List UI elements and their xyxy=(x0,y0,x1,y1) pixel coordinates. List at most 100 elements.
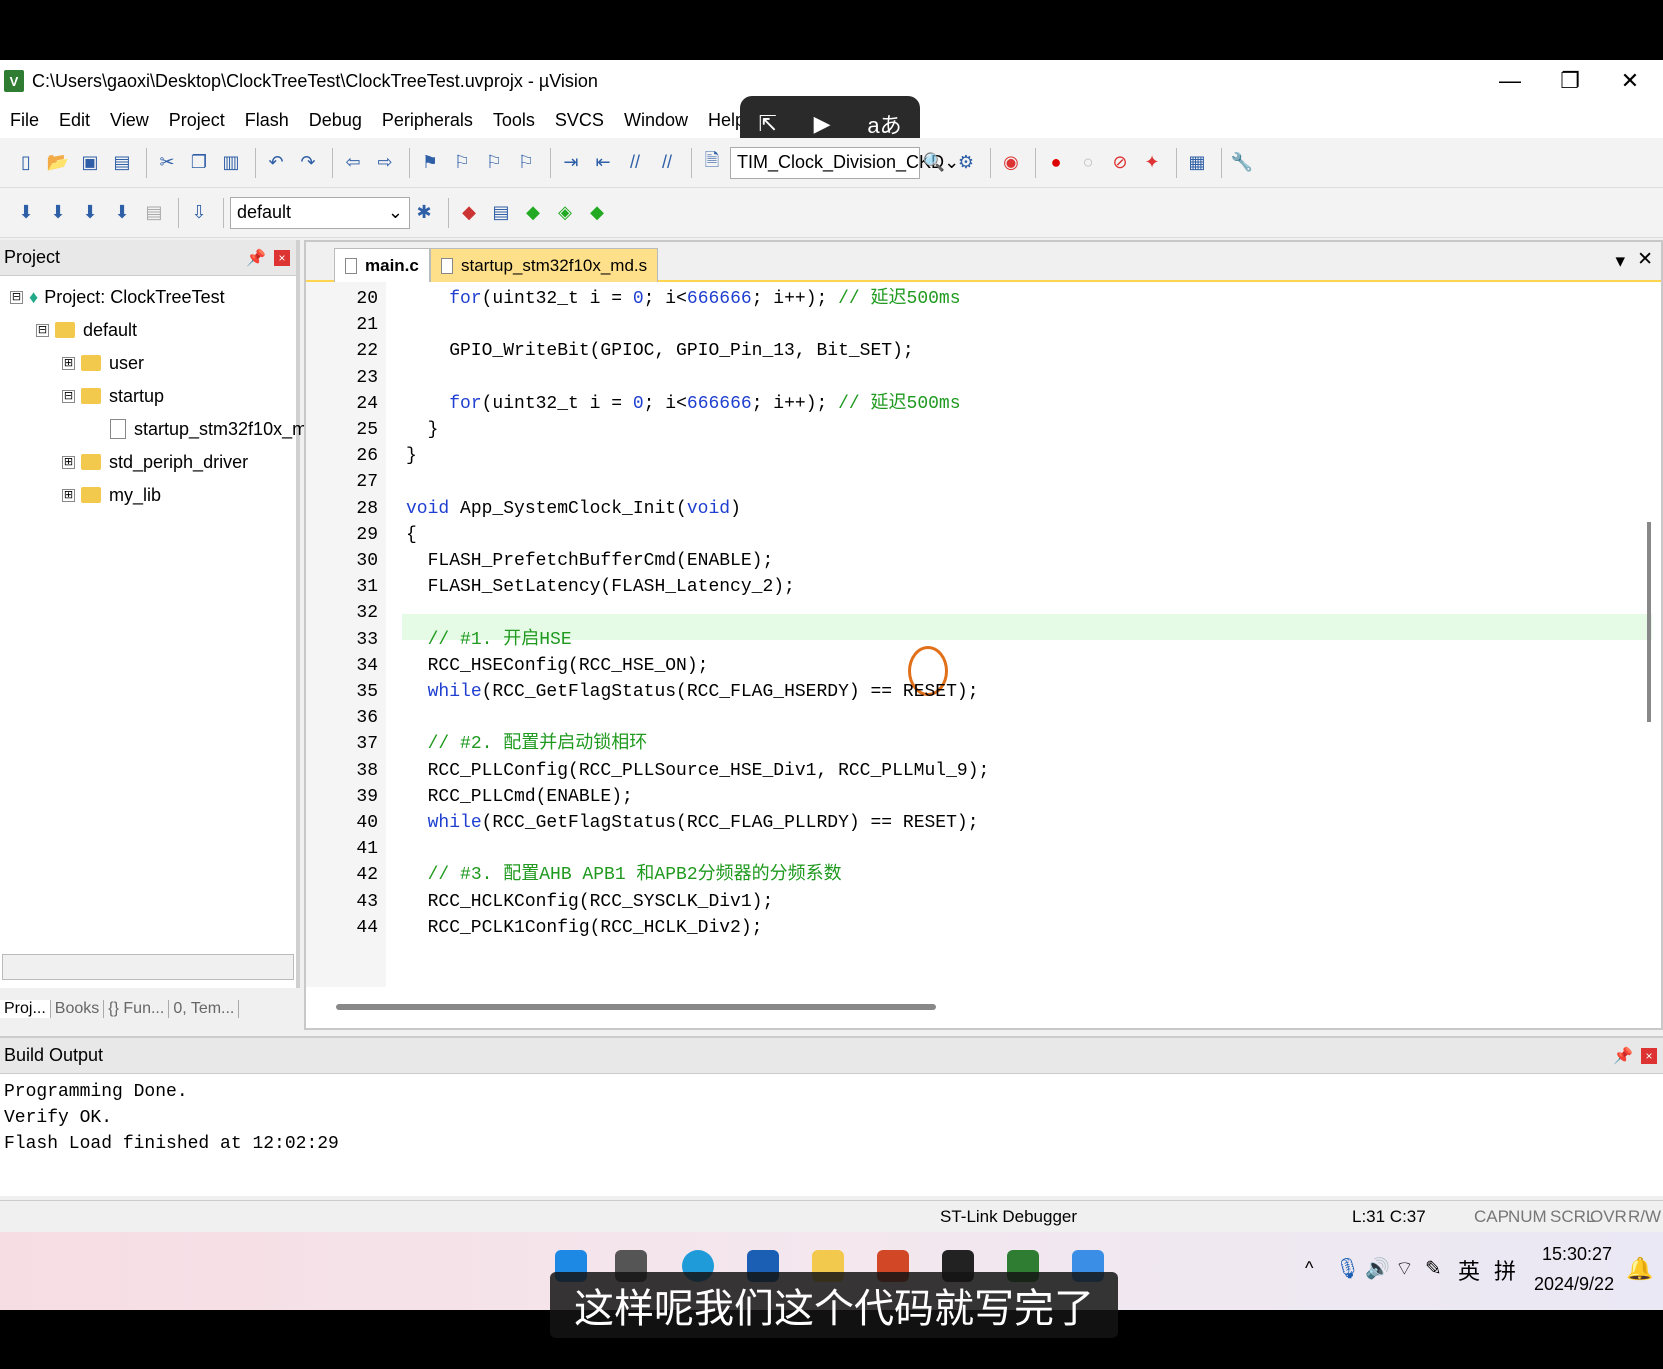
clear-bookmarks-icon[interactable]: ⚐ xyxy=(512,149,540,177)
wifi-icon[interactable]: ⌔ xyxy=(1395,1256,1414,1281)
code-line[interactable]: FLASH_SetLatency(FLASH_Latency_2); xyxy=(406,574,795,600)
disable-all-breakpoints-icon[interactable]: ⊘ xyxy=(1106,149,1134,177)
show-hidden-icons-icon[interactable]: ^ xyxy=(1305,1258,1313,1279)
menu-file[interactable]: File xyxy=(10,110,39,131)
close-icon[interactable]: × xyxy=(1641,1047,1657,1064)
clock-date[interactable]: 2024/9/22 xyxy=(1534,1274,1614,1295)
cut-icon[interactable]: ✂ xyxy=(153,149,181,177)
window-layout-icon[interactable]: ▦ xyxy=(1183,149,1211,177)
maximize-button[interactable]: ❐ xyxy=(1540,60,1600,102)
paste-icon[interactable]: ▥ xyxy=(217,149,245,177)
copy-icon[interactable]: ❐ xyxy=(185,149,213,177)
editor-vertical-scrollbar[interactable] xyxy=(1647,522,1651,722)
clock-time[interactable]: 15:30:27 xyxy=(1542,1244,1612,1265)
code-line[interactable]: while(RCC_GetFlagStatus(RCC_FLAG_PLLRDY)… xyxy=(406,810,979,836)
tab-startup-s[interactable]: startup_stm32f10x_md.s xyxy=(430,248,659,282)
microphone-icon[interactable]: 🎙 xyxy=(1335,1256,1360,1281)
tab-templates[interactable]: 0, Tem... xyxy=(169,1000,240,1018)
file-extensions-icon[interactable]: ◆ xyxy=(455,199,483,227)
save-icon[interactable]: ▣ xyxy=(76,149,104,177)
nav-forward-icon[interactable]: ⇨ xyxy=(371,149,399,177)
uncomment-icon[interactable]: // xyxy=(653,149,681,177)
target-select[interactable]: default ⌄ xyxy=(230,196,410,229)
tab-project[interactable]: Proj... xyxy=(0,1000,51,1018)
close-editor-icon[interactable]: ✕ xyxy=(1637,248,1653,271)
menu-tools[interactable]: Tools xyxy=(493,110,535,131)
expand-icon[interactable]: ⊞ xyxy=(62,488,75,502)
select-pack-icon[interactable]: ◈ xyxy=(551,199,579,227)
unindent-icon[interactable]: ⇤ xyxy=(589,149,617,177)
tree-item-startup[interactable]: ⊟ startup xyxy=(62,381,164,411)
find-icon[interactable]: 🔍 xyxy=(920,149,948,177)
bookmark-icon[interactable]: ⚑ xyxy=(416,149,444,177)
next-bookmark-icon[interactable]: ⚐ xyxy=(480,149,508,177)
kill-breakpoints-icon[interactable]: ✦ xyxy=(1138,149,1166,177)
tree-item-startup-file[interactable]: startup_stm32f10x_md. xyxy=(110,414,322,444)
collapse-icon[interactable]: ⊟ xyxy=(10,290,23,304)
code-line[interactable]: RCC_PCLK1Config(RCC_HCLK_Div2); xyxy=(406,915,763,941)
code-line[interactable]: { xyxy=(406,522,417,548)
configure-icon[interactable]: 🔧 xyxy=(1228,149,1256,177)
tab-main-c[interactable]: main.c xyxy=(334,248,430,282)
code-line[interactable]: } xyxy=(406,443,417,469)
notification-bell-icon[interactable]: 🔔 xyxy=(1626,1256,1653,1282)
debug-session-icon[interactable]: ◉ xyxy=(997,149,1025,177)
collapse-icon[interactable]: ⊟ xyxy=(62,389,75,403)
new-file-icon[interactable]: ▯ xyxy=(12,149,40,177)
pen-icon[interactable]: ✎ xyxy=(1425,1256,1442,1281)
breakpoint-icon[interactable]: ● xyxy=(1042,149,1070,177)
download-icon[interactable]: ⇩ xyxy=(185,199,213,227)
translate-icon[interactable]: aあ xyxy=(867,108,901,140)
code-line[interactable]: RCC_HCLKConfig(RCC_SYSCLK_Div1); xyxy=(406,889,774,915)
rebuild-icon[interactable]: ⬇ xyxy=(76,199,104,227)
ime-language[interactable]: 英 xyxy=(1458,1254,1480,1286)
nav-back-icon[interactable]: ⇦ xyxy=(339,149,367,177)
undo-icon[interactable]: ↶ xyxy=(262,149,290,177)
volume-icon[interactable]: 🔊 xyxy=(1365,1256,1390,1281)
code-line[interactable]: // #3. 配置AHB APB1 和APB2分频器的分频系数 xyxy=(406,862,842,888)
prev-bookmark-icon[interactable]: ⚐ xyxy=(448,149,476,177)
tab-books[interactable]: Books xyxy=(51,1000,105,1018)
code-line[interactable]: void App_SystemClock_Init(void) xyxy=(406,496,741,522)
editor-horizontal-scrollbar[interactable] xyxy=(336,1004,936,1010)
build-icon[interactable]: ⬇ xyxy=(44,199,72,227)
expand-icon[interactable]: ⊞ xyxy=(62,356,75,370)
pin-icon[interactable]: 📌 xyxy=(1613,1046,1633,1066)
pack-installer-icon[interactable]: ◆ xyxy=(519,199,547,227)
open-file-icon[interactable]: 📂 xyxy=(44,149,72,177)
disable-breakpoint-icon[interactable]: ○ xyxy=(1074,149,1102,177)
code-line[interactable]: // #1. 开启HSE xyxy=(406,627,572,653)
tree-item-std-periph-driver[interactable]: ⊞ std_periph_driver xyxy=(62,447,248,477)
code-line[interactable]: for(uint32_t i = 0; i<666666; i++); // 延… xyxy=(406,286,960,312)
code-line[interactable]: RCC_PLLConfig(RCC_PLLSource_HSE_Div1, RC… xyxy=(406,758,990,784)
tab-functions[interactable]: {} Fun... xyxy=(104,1000,170,1018)
run-time-env-icon[interactable]: ◆ xyxy=(583,199,611,227)
menu-edit[interactable]: Edit xyxy=(59,110,90,131)
menu-view[interactable]: View xyxy=(110,110,149,131)
menu-debug[interactable]: Debug xyxy=(309,110,362,131)
batch-build-icon[interactable]: ⬇ xyxy=(108,199,136,227)
project-horizontal-scrollbar[interactable] xyxy=(2,954,294,980)
close-button[interactable]: ✕ xyxy=(1600,60,1660,102)
minimize-button[interactable]: — xyxy=(1480,60,1540,102)
code-line[interactable]: // #2. 配置并启动锁相环 xyxy=(406,731,648,757)
comment-icon[interactable]: // xyxy=(621,149,649,177)
target-options-icon[interactable]: ✱ xyxy=(410,199,438,227)
menu-svcs[interactable]: SVCS xyxy=(555,110,604,131)
find-in-files-icon[interactable]: 🗎 xyxy=(698,149,726,177)
stop-build-icon[interactable]: ▤ xyxy=(140,199,168,227)
tree-item-default[interactable]: ⊟ default xyxy=(36,315,137,345)
save-all-icon[interactable]: ▤ xyxy=(108,149,136,177)
tree-item-user[interactable]: ⊞ user xyxy=(62,348,144,378)
tab-list-dropdown-icon[interactable]: ▾ xyxy=(1615,250,1625,273)
incremental-find-icon[interactable]: ⚙ xyxy=(952,149,980,177)
manage-components-icon[interactable]: ▤ xyxy=(487,199,515,227)
code-line[interactable]: for(uint32_t i = 0; i<666666; i++); // 延… xyxy=(406,391,960,417)
menu-flash[interactable]: Flash xyxy=(245,110,289,131)
tree-item-my-lib[interactable]: ⊞ my_lib xyxy=(62,480,161,510)
menu-project[interactable]: Project xyxy=(169,110,225,131)
close-icon[interactable]: × xyxy=(274,249,290,266)
redo-icon[interactable]: ↷ xyxy=(294,149,322,177)
indent-icon[interactable]: ⇥ xyxy=(557,149,585,177)
play-icon[interactable]: ▶ xyxy=(814,111,831,137)
